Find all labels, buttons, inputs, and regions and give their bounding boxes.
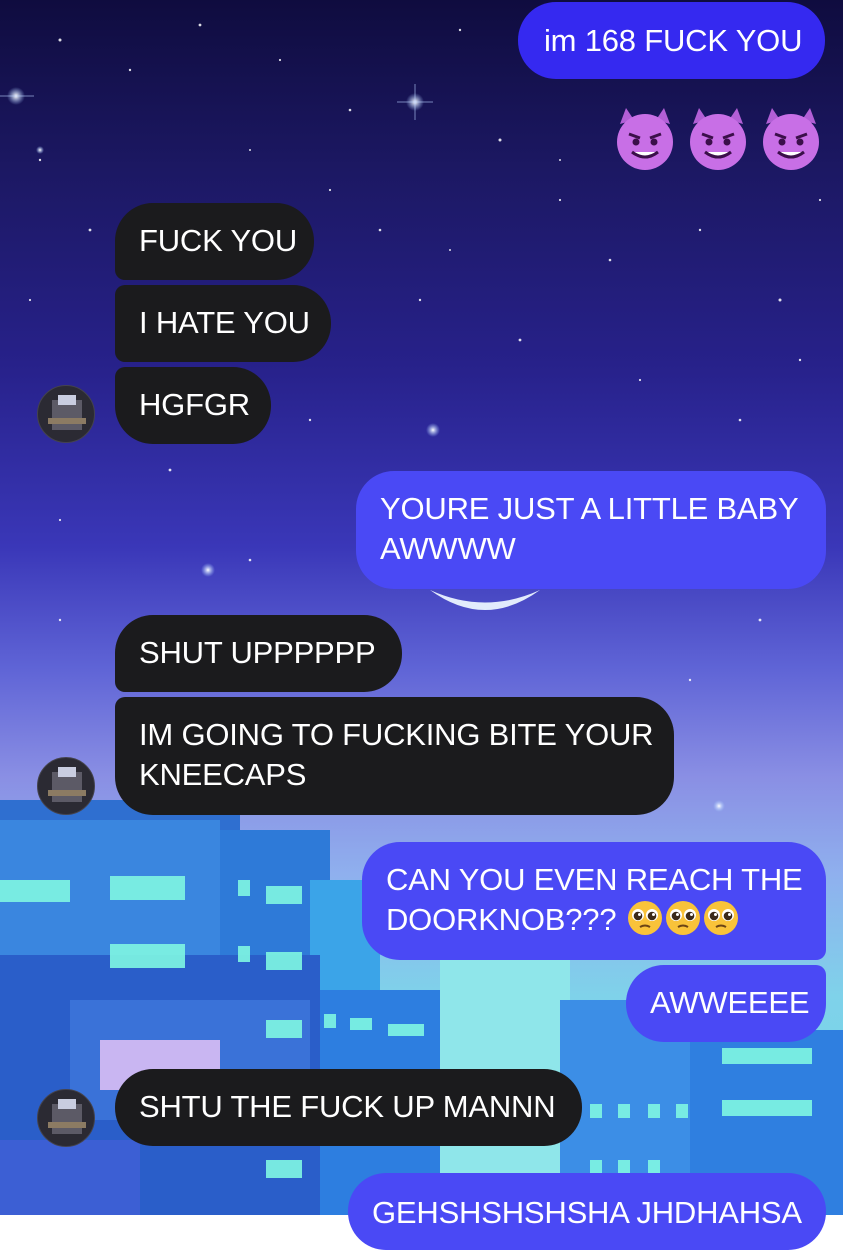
message-text-line: KNEECAPS — [139, 757, 307, 792]
message-text: HGFGR — [139, 387, 250, 422]
incoming-message[interactable]: SHTU THE FUCK UP MANNN — [115, 1069, 582, 1146]
pleading-face-icon — [627, 901, 662, 935]
smiling-imp-icon — [617, 108, 673, 170]
message-text: im 168 FUCK YOU — [544, 23, 803, 58]
outgoing-message[interactable]: AWWEEEE — [626, 965, 826, 1042]
avatar[interactable] — [37, 1089, 95, 1147]
avatar[interactable] — [37, 385, 95, 443]
message-text: AWWEEEE — [650, 985, 810, 1020]
message-text-line: YOURE JUST A LITTLE BABY — [380, 491, 799, 526]
message-text-line: IM GOING TO FUCKING BITE YOUR — [139, 717, 654, 752]
message-text: I HATE YOU — [139, 305, 310, 340]
message-text: DOORKNOB??? — [386, 902, 617, 937]
outgoing-message[interactable]: YOURE JUST A LITTLE BABY AWWWW — [356, 471, 826, 589]
emoji-message[interactable] — [612, 106, 828, 176]
smiling-imp-icon — [690, 108, 746, 170]
message-text-line: AWWWW — [380, 531, 516, 566]
incoming-message[interactable]: IM GOING TO FUCKING BITE YOUR KNEECAPS — [115, 697, 674, 815]
incoming-message[interactable]: HGFGR — [115, 367, 271, 444]
message-text: FUCK YOU — [139, 223, 298, 258]
message-text: SHTU THE FUCK UP MANNN — [139, 1089, 556, 1124]
message-text: GEHSHSHSHSHA JHDHAHSA — [372, 1195, 802, 1230]
outgoing-message[interactable]: im 168 FUCK YOU — [518, 2, 825, 79]
outgoing-message[interactable]: GEHSHSHSHSHA JHDHAHSA — [348, 1173, 826, 1250]
message-text-line: CAN YOU EVEN REACH THE — [386, 862, 803, 897]
avatar[interactable] — [37, 757, 95, 815]
pleading-face-icon — [665, 901, 700, 935]
pleading-face-icon — [703, 901, 738, 935]
incoming-message[interactable]: FUCK YOU — [115, 203, 314, 280]
incoming-message[interactable]: SHUT UPPPPPP — [115, 615, 402, 692]
message-text-line: DOORKNOB??? — [386, 900, 802, 940]
smiling-imp-icon — [763, 108, 819, 170]
message-text: SHUT UPPPPPP — [139, 635, 376, 670]
outgoing-message[interactable]: CAN YOU EVEN REACH THE DOORKNOB??? — [362, 842, 826, 960]
incoming-message[interactable]: I HATE YOU — [115, 285, 331, 362]
